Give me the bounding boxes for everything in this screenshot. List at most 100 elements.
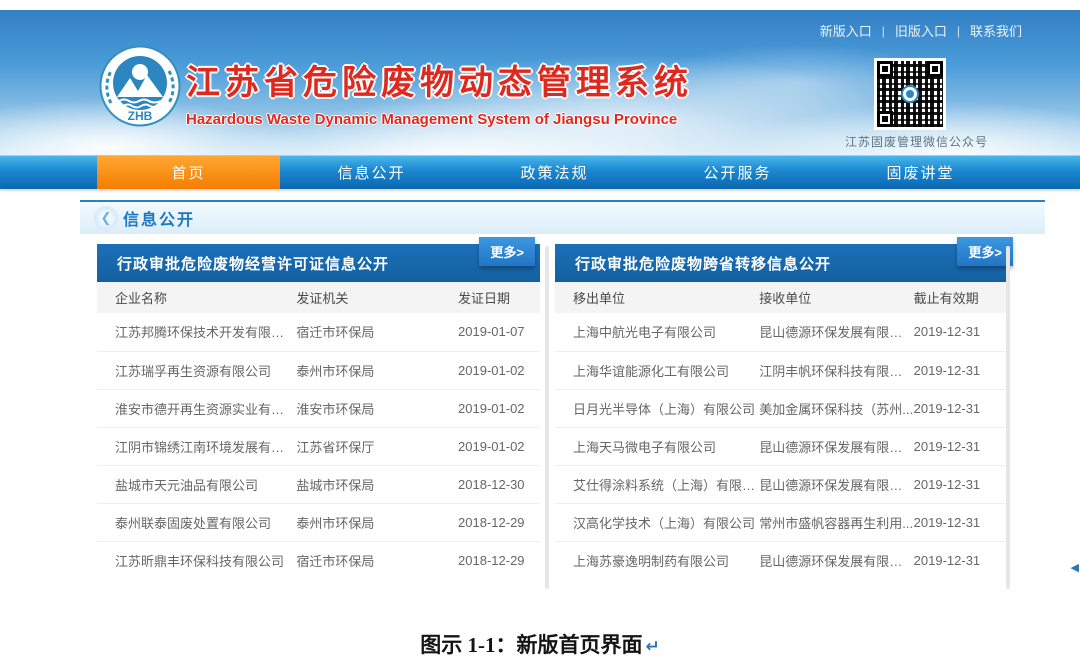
table-row: 江阴市锦绣江南环境发展有限公司江苏省环保厅2019-01-02: [97, 427, 540, 465]
panel-title: 行政审批危险废物跨省转移信息公开: [575, 253, 831, 274]
edge-arrow-icon: ◀: [1071, 561, 1079, 574]
site-title-block: 江苏省危险废物动态管理系统 Hazardous Waste Dynamic Ma…: [186, 55, 693, 128]
section-title: 信息公开: [123, 206, 195, 230]
table-cell: 日月光半导体（上海）有限公司: [555, 389, 759, 427]
table-header-row: 移出单位接收单位截止有效期: [555, 282, 1009, 313]
tab-solid-waste-lectures[interactable]: 固废讲堂: [829, 156, 1012, 189]
column-header: 发证机关: [296, 282, 458, 313]
table-cell: 江阴丰帆环保科技有限公司: [759, 351, 913, 389]
table-cell: 盐城市环保局: [296, 465, 458, 503]
table-cell: 2019-12-31: [914, 389, 1009, 427]
table-row: 泰州联泰固废处置有限公司泰州市环保局2018-12-29: [97, 503, 540, 541]
table-cell: 昆山德源环保发展有限公司: [759, 465, 913, 503]
table-cell: 上海华谊能源化工有限公司: [555, 351, 759, 389]
content-area: ❮ 信息公开 行政审批危险废物经营许可证信息公开 更多> 企业名称发证机关发证日…: [80, 200, 1045, 591]
table-cell: 泰州联泰固废处置有限公司: [97, 503, 296, 541]
table-cell: 泰州市环保局: [296, 503, 458, 541]
panel-header: 行政审批危险废物经营许可证信息公开 更多>: [97, 244, 540, 282]
table-cell: 常州市盛帆容器再生利用...: [759, 503, 913, 541]
epa-logo-icon: ZHB: [99, 45, 181, 127]
table-cell: 2018-12-29: [458, 503, 540, 541]
site-title: 江苏省危险废物动态管理系统: [186, 55, 693, 104]
table-cell: 昆山德源环保发展有限公司: [759, 541, 913, 579]
tab-public-services[interactable]: 公开服务: [646, 156, 829, 189]
svg-text:ZHB: ZHB: [128, 109, 153, 123]
link-separator: |: [957, 24, 960, 38]
table-cell: 江苏瑞孚再生资源有限公司: [97, 351, 296, 389]
site-subtitle: Hazardous Waste Dynamic Management Syste…: [186, 111, 693, 128]
qr-caption: 江苏固废管理微信公众号: [845, 133, 988, 150]
table-cell: 泰州市环保局: [296, 351, 458, 389]
header-banner: 新版入口 | 旧版入口 | 联系我们 ZHB 江苏省危险废物动态管理系统 Haz…: [0, 10, 1080, 155]
table-cell: 2019-12-31: [914, 465, 1009, 503]
link-separator: |: [882, 24, 885, 38]
table-cell: 淮安市环保局: [296, 389, 458, 427]
table-row: 江苏瑞孚再生资源有限公司泰州市环保局2019-01-02: [97, 351, 540, 389]
more-button[interactable]: 更多>: [957, 237, 1013, 266]
table-cell: 昆山德源环保发展有限公司: [759, 427, 913, 465]
table-cell: 2019-01-02: [458, 389, 540, 427]
table-row: 日月光半导体（上海）有限公司美加金属环保科技（苏州...2019-12-31: [555, 389, 1009, 427]
section-header-bar: ❮ 信息公开: [80, 200, 1045, 234]
table-cell: 2019-01-02: [458, 427, 540, 465]
table-cell: 江阴市锦绣江南环境发展有限公司: [97, 427, 296, 465]
table-cell: 2019-12-31: [914, 313, 1009, 351]
table-cell: 宿迁市环保局: [296, 313, 458, 351]
table-row: 艾仕得涂料系统（上海）有限公司昆山德源环保发展有限公司2019-12-31: [555, 465, 1009, 503]
license-table: 企业名称发证机关发证日期 江苏邦腾环保技术开发有限公司宿迁市环保局2019-01…: [97, 282, 540, 579]
top-links: 新版入口 | 旧版入口 | 联系我们: [820, 21, 1022, 40]
new-version-entry-link[interactable]: 新版入口: [820, 21, 872, 40]
panel-header: 行政审批危险废物跨省转移信息公开 更多>: [555, 244, 1009, 282]
table-cell: 汉高化学技术（上海）有限公司: [555, 503, 759, 541]
table-cell: 2018-12-29: [458, 541, 540, 579]
table-cell: 江苏邦腾环保技术开发有限公司: [97, 313, 296, 351]
table-cell: 淮安市德开再生资源实业有限公司: [97, 389, 296, 427]
tab-home[interactable]: 首页: [97, 156, 280, 189]
column-header: 移出单位: [555, 282, 759, 313]
table-cell: 宿迁市环保局: [296, 541, 458, 579]
contact-us-link[interactable]: 联系我们: [970, 21, 1022, 40]
table-cell: 2019-01-02: [458, 351, 540, 389]
table-cell: 2019-12-31: [914, 351, 1009, 389]
figure-caption-text: 图示 1-1：新版首页界面: [420, 633, 642, 657]
table-cell: 江苏省环保厅: [296, 427, 458, 465]
table-cell: 江苏昕鼎丰环保科技有限公司: [97, 541, 296, 579]
tab-info-disclosure[interactable]: 信息公开: [280, 156, 463, 189]
table-row: 江苏邦腾环保技术开发有限公司宿迁市环保局2019-01-07: [97, 313, 540, 351]
column-header: 截止有效期: [914, 282, 1009, 313]
table-cell: 2018-12-30: [458, 465, 540, 503]
table-cell: 上海中航光电子有限公司: [555, 313, 759, 351]
table-cell: 2019-12-31: [914, 427, 1009, 465]
transfer-table: 移出单位接收单位截止有效期 上海中航光电子有限公司昆山德源环保发展有限公司201…: [555, 282, 1009, 579]
table-row: 汉高化学技术（上海）有限公司常州市盛帆容器再生利用...2019-12-31: [555, 503, 1009, 541]
table-row: 淮安市德开再生资源实业有限公司淮安市环保局2019-01-02: [97, 389, 540, 427]
column-header: 发证日期: [458, 282, 540, 313]
table-cell: 昆山德源环保发展有限公司: [759, 313, 913, 351]
transfer-info-panel: 行政审批危险废物跨省转移信息公开 更多> 移出单位接收单位截止有效期 上海中航光…: [555, 244, 1009, 591]
more-button[interactable]: 更多>: [479, 237, 535, 266]
qr-center-logo-icon: [901, 85, 919, 103]
table-header-row: 企业名称发证机关发证日期: [97, 282, 540, 313]
table-row: 盐城市天元油品有限公司盐城市环保局2018-12-30: [97, 465, 540, 503]
license-info-panel: 行政审批危险废物经营许可证信息公开 更多> 企业名称发证机关发证日期 江苏邦腾环…: [97, 244, 540, 591]
old-version-entry-link[interactable]: 旧版入口: [895, 21, 947, 40]
main-nav: 首页 信息公开 政策法规 公开服务 固废讲堂: [0, 155, 1080, 189]
table-cell: 2019-01-07: [458, 313, 540, 351]
figure-caption: 图示 1-1：新版首页界面↵: [0, 629, 1080, 659]
table-cell: 2019-12-31: [914, 541, 1009, 579]
return-mark-icon: ↵: [646, 637, 660, 657]
chevron-left-icon: ❮: [94, 206, 118, 230]
table-row: 上海苏豪逸明制药有限公司昆山德源环保发展有限公司2019-12-31: [555, 541, 1009, 579]
table-row: 江苏昕鼎丰环保科技有限公司宿迁市环保局2018-12-29: [97, 541, 540, 579]
table-row: 上海中航光电子有限公司昆山德源环保发展有限公司2019-12-31: [555, 313, 1009, 351]
table-cell: 2019-12-31: [914, 503, 1009, 541]
column-header: 接收单位: [759, 282, 913, 313]
table-row: 上海天马微电子有限公司昆山德源环保发展有限公司2019-12-31: [555, 427, 1009, 465]
table-cell: 美加金属环保科技（苏州...: [759, 389, 913, 427]
tab-policies[interactable]: 政策法规: [463, 156, 646, 189]
table-cell: 上海苏豪逸明制药有限公司: [555, 541, 759, 579]
panel-title: 行政审批危险废物经营许可证信息公开: [117, 253, 389, 274]
wechat-qr-code: [874, 58, 946, 130]
table-cell: 盐城市天元油品有限公司: [97, 465, 296, 503]
column-header: 企业名称: [97, 282, 296, 313]
